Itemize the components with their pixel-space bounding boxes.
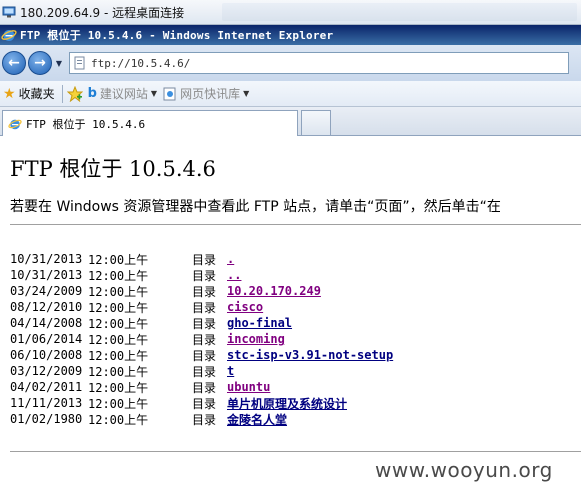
entry-date: 01/06/2014 <box>10 332 83 346</box>
remote-desktop-title: 180.209.64.9 - 远程桌面连接 <box>20 5 185 20</box>
watermark: www.wooyun.org <box>375 458 553 482</box>
entry-date: 08/12/2010 <box>10 300 83 314</box>
entry-date: 01/02/1980 <box>10 412 83 426</box>
page-title: FTP 根位于 10.5.4.6 <box>10 157 216 181</box>
listing-row: 06/10/2008 12:00上午 目录 stc-isp-v3.91-not-set… <box>10 347 393 363</box>
entry-time: 12:00上午 <box>88 316 149 331</box>
entry-link[interactable]: ubuntu <box>227 380 270 394</box>
listing-row: 10/31/2013 12:00上午 目录.. <box>10 267 393 283</box>
divider <box>10 224 581 225</box>
favorites-button[interactable]: ★ 收藏夹 <box>0 84 58 104</box>
listing-row: 08/12/2010 12:00上午 目录 cisco <box>10 299 393 315</box>
entry-type: 目录 <box>192 332 217 347</box>
entry-time: 12:00上午 <box>88 380 149 395</box>
address-bar[interactable]: ftp://10.5.4.6/ <box>69 52 569 74</box>
remote-desktop-connection-bar <box>222 3 577 21</box>
entry-link[interactable]: incoming <box>227 332 285 346</box>
entry-type: 目录 <box>192 316 217 331</box>
entry-time: 12:00上午 <box>88 396 149 411</box>
remote-desktop-icon <box>2 6 16 18</box>
entry-time: 12:00上午 <box>88 300 149 315</box>
back-button[interactable]: ← <box>2 51 26 75</box>
instructions-text: 若要在 Windows 资源管理器中查看此 FTP 站点，请单击“页面”，然后单… <box>10 199 501 215</box>
window-title: FTP 根位于 10.5.4.6 - Windows Internet Expl… <box>20 29 334 42</box>
listing-row: 04/02/2011 12:00上午 目录 ubuntu <box>10 379 393 395</box>
divider <box>10 451 581 452</box>
entry-link[interactable]: 单片机原理及系统设计 <box>227 395 347 412</box>
entry-link[interactable]: 10.20.170.249 <box>227 284 321 298</box>
web-slice-icon <box>163 87 176 100</box>
listing-row: 01/06/2014 12:00上午 目录 incoming <box>10 331 393 347</box>
navigation-bar: ← → ▼ ftp://10.5.4.6/ <box>0 45 581 81</box>
remote-desktop-titlebar: 180.209.64.9 - 远程桌面连接 <box>0 0 581 25</box>
listing-row: 03/24/2009 12:00上午 目录 10.20.170.249 <box>10 283 393 299</box>
entry-date: 11/11/2013 <box>10 396 83 410</box>
address-url[interactable]: ftp://10.5.4.6/ <box>91 57 190 70</box>
entry-type: 目录 <box>192 300 217 315</box>
listing-row: 01/02/1980 12:00上午 目录 金陵名人堂 <box>10 411 393 427</box>
entry-date: 03/24/2009 <box>10 284 83 298</box>
favorites-bar: ★ 收藏夹 b 建议网站 ▼ 网页快讯库 ▼ <box>0 81 581 107</box>
internet-explorer-icon <box>8 119 22 129</box>
listing-row: 10/31/2013 12:00上午 目录. <box>10 251 393 267</box>
entry-type: 目录 <box>192 396 217 411</box>
forward-arrow-icon: → <box>34 55 46 71</box>
listing-row: 11/11/2013 12:00上午 目录 单片机原理及系统设计 <box>10 395 393 411</box>
entry-type: 目录 <box>192 268 217 283</box>
entry-type: 目录 <box>192 380 217 395</box>
entry-type: 目录 <box>192 284 217 299</box>
entry-date: 04/14/2008 <box>10 316 83 330</box>
entry-date: 03/12/2009 <box>10 364 83 378</box>
entry-type: 目录 <box>192 348 217 363</box>
entry-type: 目录 <box>192 364 217 379</box>
add-favorite-icon[interactable] <box>66 85 83 102</box>
directory-listing: 10/31/2013 12:00上午 目录. 10/31/2013 12:00上午 目录.… <box>10 251 393 427</box>
chevron-down-icon: ▼ <box>55 58 63 68</box>
page-content: FTP 根位于 10.5.4.6 若要在 Windows 资源管理器中查看此 F… <box>0 137 581 502</box>
entry-link[interactable]: t <box>227 364 234 378</box>
entry-time: 12:00上午 <box>88 284 149 299</box>
internet-explorer-icon <box>1 30 17 41</box>
web-slice-gallery-button[interactable]: 网页快讯库 ▼ <box>160 84 252 104</box>
chevron-down-icon: ▼ <box>150 89 158 98</box>
favorites-label: 收藏夹 <box>18 87 55 101</box>
browser-titlebar: FTP 根位于 10.5.4.6 - Windows Internet Expl… <box>0 25 581 45</box>
bing-icon: b <box>87 86 97 101</box>
chevron-down-icon: ▼ <box>243 89 250 98</box>
new-tab-button[interactable] <box>301 110 331 135</box>
web-slice-gallery-label: 网页快讯库 <box>180 87 241 101</box>
forward-button[interactable]: → <box>28 51 52 75</box>
entry-date: 10/31/2013 <box>10 268 83 282</box>
entry-time: 12:00上午 <box>88 412 149 427</box>
entry-link[interactable]: cisco <box>227 300 263 314</box>
listing-row: 04/14/2008 12:00上午 目录 gho-final <box>10 315 393 331</box>
entry-time: 12:00上午 <box>88 348 149 363</box>
entry-date: 06/10/2008 <box>10 348 83 362</box>
entry-type: 目录 <box>192 412 217 427</box>
separator <box>61 84 63 103</box>
entry-time: 12:00上午 <box>88 364 149 379</box>
entry-date: 10/31/2013 <box>10 252 83 266</box>
entry-type: 目录 <box>192 252 217 267</box>
entry-date: 04/02/2011 <box>10 380 83 394</box>
tab-bar: FTP 根位于 10.5.4.6 <box>0 107 581 136</box>
back-arrow-icon: ← <box>8 55 20 71</box>
recent-pages-dropdown[interactable]: ▼ <box>53 51 65 75</box>
entry-link[interactable]: .. <box>227 268 241 282</box>
listing-row: 03/12/2009 12:00上午 目录 t <box>10 363 393 379</box>
entry-link[interactable]: gho-final <box>227 316 292 330</box>
star-icon: ★ <box>3 85 16 102</box>
tab-ftp-root[interactable]: FTP 根位于 10.5.4.6 <box>2 110 298 136</box>
entry-link[interactable]: stc-isp-v3.91-not-setup <box>227 348 393 362</box>
entry-time: 12:00上午 <box>88 332 149 347</box>
tab-title: FTP 根位于 10.5.4.6 <box>26 117 146 131</box>
page-icon <box>74 56 85 70</box>
entry-time: 12:00上午 <box>88 268 149 283</box>
entry-link[interactable]: 金陵名人堂 <box>227 411 287 428</box>
entry-time: 12:00上午 <box>88 252 149 267</box>
suggested-sites-label: 建议网站 <box>99 87 148 101</box>
entry-link[interactable]: . <box>227 252 234 266</box>
suggested-sites-button[interactable]: b 建议网站 ▼ <box>85 84 160 104</box>
